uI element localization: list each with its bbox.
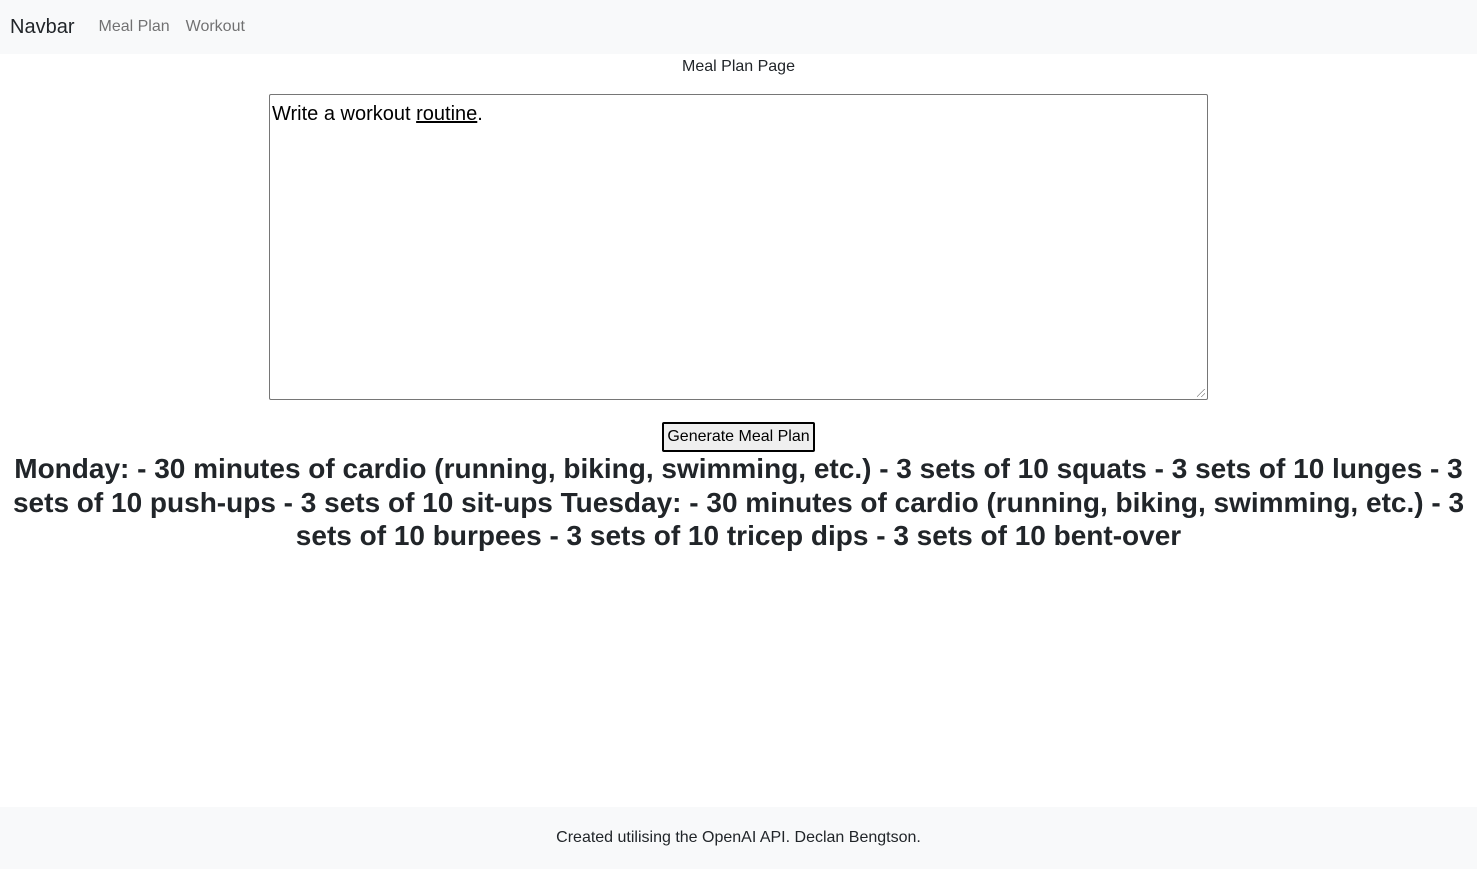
generated-result-text: Monday: - 30 minutes of cardio (running,… [12,453,1465,551]
navbar: Navbar Meal Plan Workout [0,0,1477,54]
nav-link-meal-plan[interactable]: Meal Plan [98,18,169,36]
nav-link-workout[interactable]: Workout [186,18,245,36]
prompt-textarea[interactable]: Write a workout routine. [269,94,1208,400]
prompt-text-end: . [477,103,483,125]
generate-meal-plan-button[interactable]: Generate Meal Plan [662,422,815,452]
prompt-text: Write a workout [272,103,417,125]
footer-credit: Created utilising the OpenAI API. Declan… [556,829,921,846]
resize-grip-icon[interactable] [1197,389,1205,397]
page-title: Meal Plan Page [682,58,795,75]
footer: Created utilising the OpenAI API. Declan… [0,807,1477,869]
prompt-text-spellcheck-word: routine [416,103,478,125]
navbar-brand[interactable]: Navbar [10,16,74,39]
